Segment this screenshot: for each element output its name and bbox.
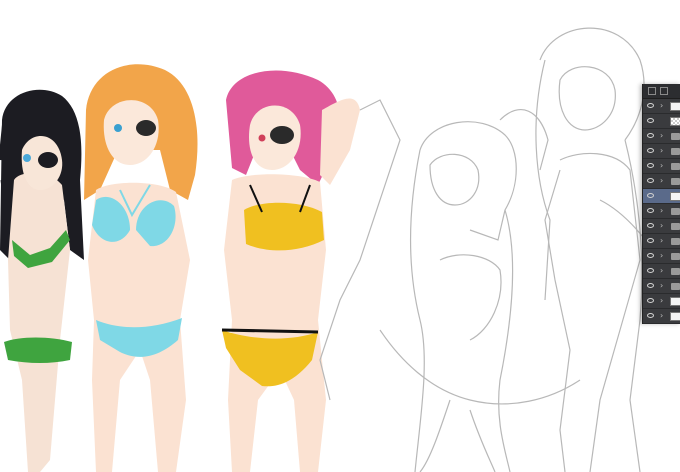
layer-row[interactable]: › (643, 219, 680, 234)
eye-icon[interactable] (647, 178, 654, 183)
folder-icon (671, 208, 680, 215)
layer-row[interactable] (643, 189, 680, 204)
eye-icon[interactable] (647, 208, 654, 213)
layer-row[interactable] (643, 114, 680, 129)
layer-row[interactable]: › (643, 174, 680, 189)
folder-icon (671, 148, 680, 155)
layer-row[interactable]: › (643, 99, 680, 114)
layer-row[interactable]: › (643, 264, 680, 279)
layer-row[interactable]: › (643, 234, 680, 249)
layer-row[interactable]: › (643, 249, 680, 264)
eye-icon[interactable] (647, 103, 654, 108)
layer-row[interactable]: › (643, 204, 680, 219)
eye-icon[interactable] (647, 148, 654, 153)
folder-icon (671, 163, 680, 170)
eye-icon[interactable] (647, 253, 654, 258)
folder-icon (671, 178, 680, 185)
layer-row[interactable]: › (643, 144, 680, 159)
folder-icon (671, 223, 680, 230)
expand-arrow-icon[interactable]: › (660, 161, 663, 171)
expand-arrow-icon[interactable]: › (660, 221, 663, 231)
layer-row[interactable]: › (643, 159, 680, 174)
folder-icon (671, 268, 680, 275)
layer-row[interactable]: › (643, 309, 680, 324)
panel-menu-icon[interactable] (648, 87, 656, 95)
expand-arrow-icon[interactable]: › (660, 236, 663, 246)
eye-icon[interactable] (647, 223, 654, 228)
eye-icon[interactable] (647, 238, 654, 243)
layer-thumbnail (670, 312, 680, 321)
layer-row[interactable]: › (643, 279, 680, 294)
folder-icon (671, 238, 680, 245)
folder-icon (671, 133, 680, 140)
layer-thumbnail (670, 117, 680, 126)
layer-row[interactable]: › (643, 294, 680, 309)
expand-arrow-icon[interactable]: › (660, 146, 663, 156)
layers-panel[interactable]: › › › › › › › › › › › › › (642, 84, 680, 324)
eye-icon[interactable] (647, 298, 654, 303)
layers-panel-header[interactable] (643, 84, 680, 99)
eye-icon[interactable] (647, 283, 654, 288)
layer-thumbnail (670, 102, 680, 111)
expand-arrow-icon[interactable]: › (660, 296, 663, 306)
eye-icon[interactable] (647, 268, 654, 273)
panel-options-icon[interactable] (660, 87, 668, 95)
eye-icon[interactable] (647, 118, 654, 123)
expand-arrow-icon[interactable]: › (660, 176, 663, 186)
folder-icon (671, 253, 680, 260)
drawing-canvas[interactable] (0, 0, 680, 472)
folder-icon (671, 283, 680, 290)
expand-arrow-icon[interactable]: › (660, 266, 663, 276)
expand-arrow-icon[interactable]: › (660, 281, 663, 291)
eye-icon[interactable] (647, 193, 654, 198)
expand-arrow-icon[interactable]: › (660, 311, 663, 321)
expand-arrow-icon[interactable]: › (660, 206, 663, 216)
expand-arrow-icon[interactable]: › (660, 251, 663, 261)
layer-row[interactable]: › (643, 129, 680, 144)
expand-arrow-icon[interactable]: › (660, 131, 663, 141)
layer-thumbnail (670, 192, 680, 201)
eye-icon[interactable] (647, 313, 654, 318)
layer-thumbnail (670, 297, 680, 306)
expand-arrow-icon[interactable]: › (660, 101, 663, 111)
eye-icon[interactable] (647, 133, 654, 138)
eye-icon[interactable] (647, 163, 654, 168)
